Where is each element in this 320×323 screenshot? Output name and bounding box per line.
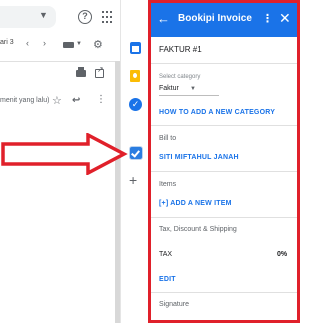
add-item-link[interactable]: [+] ADD A NEW ITEM xyxy=(159,200,232,207)
bookipi-icon[interactable] xyxy=(129,146,143,160)
items-label: Items xyxy=(159,181,177,188)
bookipi-panel: ← Bookipi Invoice ⋮ ✕ FAKTUR #1 Select c… xyxy=(148,0,300,323)
chevron-left-icon[interactable]: ‹ xyxy=(26,38,29,48)
tax-value: 0% xyxy=(277,251,288,258)
bill-to-label: Bill to xyxy=(159,135,177,142)
back-arrow-icon[interactable]: ← xyxy=(157,11,170,26)
edit-button[interactable]: EDIT xyxy=(159,276,176,283)
pagination-text: ari 3 xyxy=(0,39,14,46)
tax-label: TAX xyxy=(159,251,173,258)
how-to-add-category-link[interactable]: HOW TO ADD A NEW CATEGORY xyxy=(159,109,275,116)
more-vert-icon[interactable]: ⋮ xyxy=(96,94,106,105)
open-new-window-icon[interactable] xyxy=(95,65,104,78)
client-name-link[interactable]: SITI MIFTAHUL JANAH xyxy=(159,154,239,161)
add-addon-icon[interactable]: + xyxy=(129,172,137,188)
signature-label: Signature xyxy=(159,301,189,308)
print-icon[interactable] xyxy=(76,67,86,77)
divider xyxy=(151,217,297,218)
close-icon[interactable]: ✕ xyxy=(279,10,291,27)
panel-header: ← Bookipi Invoice ⋮ ✕ xyxy=(151,3,297,37)
divider xyxy=(151,292,297,293)
keep-icon[interactable] xyxy=(130,70,140,82)
apps-icon[interactable] xyxy=(102,11,114,23)
help-icon[interactable]: ? xyxy=(78,10,92,24)
tax-section-label: Tax, Discount & Shipping xyxy=(159,226,237,233)
keyboard-icon[interactable] xyxy=(63,42,74,48)
divider xyxy=(151,63,297,64)
tasks-icon[interactable]: ✓ xyxy=(129,98,142,111)
gear-icon[interactable]: ⚙ xyxy=(93,38,103,51)
reply-icon[interactable]: ↩ xyxy=(72,95,80,106)
divider xyxy=(151,125,297,126)
red-arrow-annotation xyxy=(1,133,128,175)
chevron-down-icon[interactable]: ▼ xyxy=(190,86,196,92)
chevron-down-icon[interactable]: ▼ xyxy=(39,10,48,20)
category-label: Select category xyxy=(159,74,201,80)
more-vert-icon[interactable]: ⋮ xyxy=(262,12,273,25)
chevron-right-icon[interactable]: › xyxy=(43,38,46,48)
panel-title: Bookipi Invoice xyxy=(178,13,252,24)
category-select[interactable]: Faktur xyxy=(159,85,179,92)
invoice-title[interactable]: FAKTUR #1 xyxy=(159,45,202,54)
divider xyxy=(151,171,297,172)
calendar-icon[interactable] xyxy=(130,42,141,54)
star-icon[interactable]: ☆ xyxy=(52,94,62,107)
message-time: menit yang lalu) xyxy=(0,97,50,104)
category-underline xyxy=(159,95,219,96)
keyboard-caret-icon[interactable]: ▼ xyxy=(76,41,82,47)
toolbar-divider xyxy=(0,61,118,62)
